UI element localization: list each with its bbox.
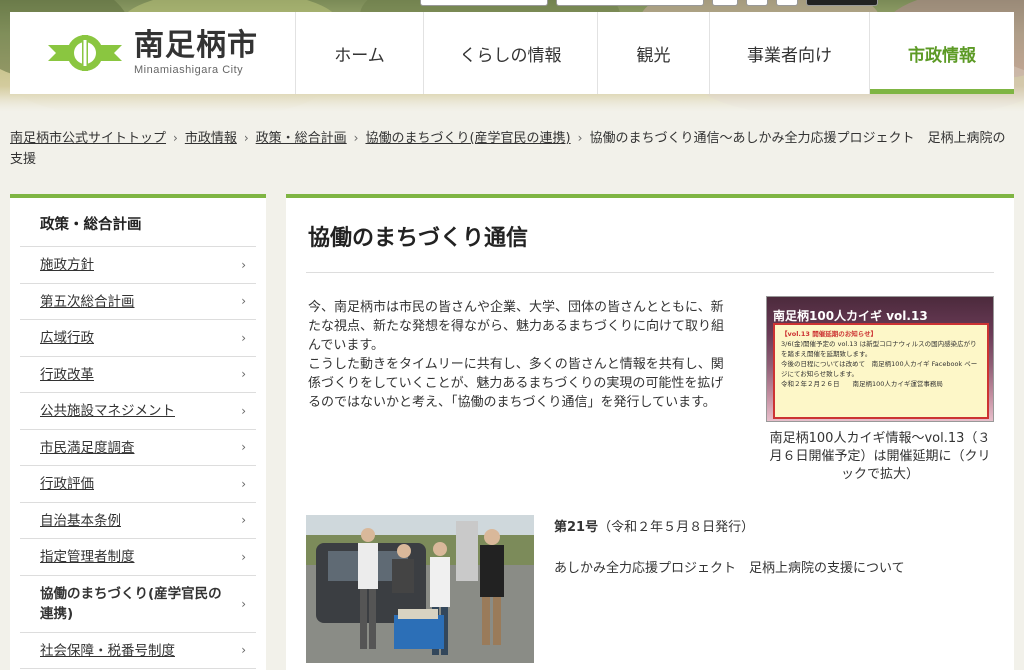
sidebar-item[interactable]: 行政改革 ›	[20, 357, 256, 393]
poster-notice-box: 【vol.13 開催延期のお知らせ】 3/6(金)開催予定の vol.13 は新…	[773, 323, 989, 419]
site-header: 南足柄市 Minamiashigara City ホーム くらしの情報 観光 事…	[10, 12, 1014, 94]
sidebar-item[interactable]: 市民満足度調査 ›	[20, 430, 256, 466]
sidebar-item-current[interactable]: 協働のまちづくり(産学官民の連携) ›	[20, 576, 256, 633]
chevron-right-icon: ›	[241, 257, 246, 272]
nav-city-administration[interactable]: 市政情報	[870, 12, 1014, 94]
issue-photo[interactable]	[306, 515, 534, 663]
font-size-small-button[interactable]	[746, 0, 768, 6]
breadcrumb-separator-icon: ›	[353, 131, 359, 145]
breadcrumb-link-policy[interactable]: 政策・総合計画	[256, 131, 347, 146]
sidebar-item[interactable]: 社会保障・税番号制度 ›	[20, 633, 256, 669]
sidebar: 政策・総合計画 施政方針 › 第五次総合計画 › 広域行政 › 行政改革 › 公共施設マ…	[10, 194, 266, 670]
nav-tourism[interactable]: 観光	[598, 12, 710, 94]
nav-living[interactable]: くらしの情報	[424, 12, 598, 94]
issue-number: 第21号	[554, 520, 599, 535]
issue-title: あしかみ全力応援プロジェクト 足柄上病院の支援について	[554, 561, 905, 576]
sidebar-item-label: 広域行政	[40, 330, 94, 346]
global-nav: ホーム くらしの情報 観光 事業者向け 市政情報	[296, 12, 1014, 94]
sidebar-item-label: 行政評価	[40, 476, 94, 492]
chevron-right-icon: ›	[241, 367, 246, 382]
breadcrumb-separator-icon: ›	[577, 131, 583, 145]
sidebar-item-label: 自治基本条例	[40, 512, 121, 529]
main-content: 協働のまちづくり通信 今、南足柄市は市民の皆さんや企業、大学、団体の皆さんととも…	[286, 194, 1014, 670]
sidebar-item[interactable]: 公共施設マネジメント ›	[20, 393, 256, 430]
breadcrumb-link-collaboration[interactable]: 協働のまちづくり(産学官民の連携)	[365, 131, 570, 146]
poster-notice-date: 令和２年２月２６日 南足柄100人カイギ運営事務局	[781, 380, 943, 388]
poster-notice-text: 3/6(金)開催予定の vol.13 は新型コロナウィルスの国内感染広がりを踏ま…	[781, 340, 977, 358]
font-size-button[interactable]	[712, 0, 738, 6]
event-poster-image[interactable]: 南足柄100人カイギ vol.13 【vol.13 開催延期のお知らせ】 3/6…	[766, 296, 994, 422]
issue-date: （令和２年５月８日発行）	[598, 520, 755, 535]
chevron-right-icon: ›	[241, 330, 246, 345]
chevron-right-icon: ›	[241, 440, 246, 455]
breadcrumb: 南足柄市公式サイトトップ › 市政情報 › 政策・総合計画 › 協働のまちづくり(産学官民の…	[10, 128, 1010, 170]
sidebar-item[interactable]: 第五次総合計画 ›	[20, 284, 256, 320]
city-emblem-icon	[48, 35, 122, 71]
sidebar-item-label: 施政方針	[40, 257, 94, 273]
font-size-large-button[interactable]	[776, 0, 798, 6]
utility-translate-field[interactable]	[556, 0, 704, 6]
sidebar-item[interactable]: 施政方針 ›	[20, 247, 256, 284]
issue-heading: 第21号（令和２年５月８日発行）	[554, 516, 754, 535]
chevron-right-icon: ›	[241, 476, 246, 491]
breadcrumb-link-city-admin[interactable]: 市政情報	[185, 131, 237, 146]
sidebar-item-label: 市民満足度調査	[40, 439, 135, 456]
utility-search-field[interactable]	[420, 0, 548, 6]
sidebar-item-label: 指定管理者制度	[40, 549, 135, 565]
chevron-right-icon: ›	[241, 549, 246, 564]
page-title: 協働のまちづくり通信	[306, 198, 994, 273]
sidebar-item[interactable]: 指定管理者制度 ›	[20, 539, 256, 576]
site-name: 南足柄市	[134, 28, 258, 63]
utility-bar	[420, 0, 878, 6]
poster-notice-heading: 【vol.13 開催延期のお知らせ】	[781, 330, 878, 338]
site-name-english: Minamiashigara City	[134, 64, 244, 76]
sidebar-item[interactable]: 行政評価 ›	[20, 466, 256, 503]
chevron-right-icon: ›	[241, 513, 246, 528]
breadcrumb-separator-icon: ›	[173, 131, 178, 145]
nav-business[interactable]: 事業者向け	[710, 12, 870, 94]
breadcrumb-separator-icon: ›	[243, 131, 249, 145]
breadcrumb-link-top[interactable]: 南足柄市公式サイトトップ	[10, 131, 166, 146]
hospital-support-photo-icon	[306, 515, 534, 663]
chevron-right-icon: ›	[241, 403, 246, 418]
chevron-right-icon: ›	[241, 643, 246, 658]
nav-home[interactable]: ホーム	[296, 12, 424, 94]
intro-text: 今、南足柄市は市民の皆さんや企業、大学、団体の皆さんとともに、新たな視点、新たな…	[308, 300, 725, 410]
chevron-right-icon: ›	[241, 596, 246, 611]
sidebar-item-label: 行政改革	[40, 366, 94, 383]
sidebar-item-label: 第五次総合計画	[40, 293, 135, 310]
color-contrast-button[interactable]	[806, 0, 878, 6]
sidebar-title: 政策・総合計画	[20, 198, 256, 247]
poster-title: 南足柄100人カイギ vol.13	[773, 309, 928, 323]
chevron-right-icon: ›	[241, 294, 246, 309]
site-logo[interactable]: 南足柄市 Minamiashigara City	[10, 12, 296, 94]
promo-block: 南足柄100人カイギ vol.13 【vol.13 開催延期のお知らせ】 3/6…	[766, 296, 994, 484]
sidebar-item-label: 社会保障・税番号制度	[40, 642, 175, 659]
sidebar-item-label: 公共施設マネジメント	[40, 403, 175, 419]
sidebar-item[interactable]: 広域行政 ›	[20, 320, 256, 357]
promo-caption: 南足柄100人カイギ情報～vol.13（３月６日開催予定）は開催延期に（クリック…	[769, 431, 991, 482]
poster-notice-text-2: 今後の日程については改めて 南足柄100人カイギ Facebook ページにてお…	[781, 360, 978, 378]
sidebar-item[interactable]: 自治基本条例 ›	[20, 503, 256, 539]
sidebar-item-label: 協働のまちづくり(産学官民の連携)	[40, 585, 222, 622]
